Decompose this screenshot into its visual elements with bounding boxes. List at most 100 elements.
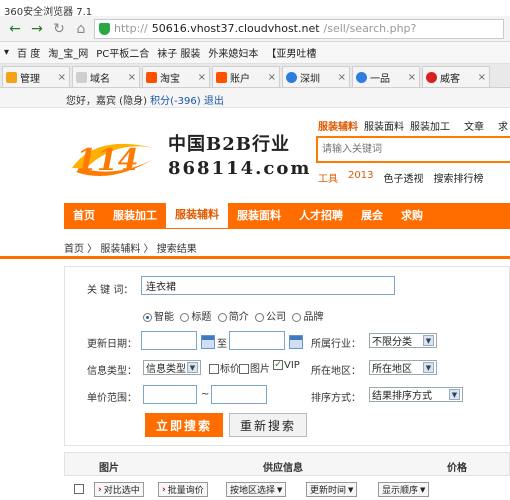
region-filter-select[interactable]: 按地区选择 ▼	[226, 482, 287, 497]
nav-item[interactable]: 服装面料	[228, 203, 290, 229]
close-icon[interactable]: ×	[268, 72, 276, 83]
calendar-icon[interactable]	[201, 335, 215, 349]
category-tab[interactable]: 文章	[464, 118, 484, 133]
browser-tab[interactable]: 账户 ×	[212, 66, 280, 87]
url-domain: 50616.vhost37.cloudvhost.net	[151, 22, 320, 35]
tab-favicon-icon	[76, 71, 87, 83]
url-prefix: http://	[114, 22, 148, 35]
nav-item[interactable]: 服装加工	[104, 203, 166, 229]
inquiry-button[interactable]: › 批量询价	[158, 482, 208, 497]
url-path: /sell/search.php?	[323, 22, 417, 35]
tab-favicon-icon	[146, 71, 157, 83]
hot-link[interactable]: 色子透视	[383, 170, 423, 185]
hot-link[interactable]: 2013	[348, 170, 373, 185]
bookmark-item[interactable]: PC平板二合	[96, 45, 149, 60]
price-range-label: 单价范围：	[87, 393, 137, 404]
close-icon[interactable]: ×	[58, 72, 66, 83]
type-select[interactable]: 信息类型 ▼	[143, 360, 201, 375]
industry-label: 所属行业：	[311, 339, 361, 350]
calendar-icon[interactable]	[289, 335, 303, 349]
results-header: 图片 供应信息 价格	[64, 452, 510, 476]
logout-link[interactable]: 退出	[204, 96, 224, 107]
nav-item[interactable]: 求购	[392, 203, 432, 229]
tab-favicon-icon	[426, 71, 437, 83]
chevron-down-icon: ▼	[187, 362, 198, 373]
forward-icon[interactable]: →	[28, 20, 46, 38]
bookmarks-chevron-icon[interactable]: ▾	[4, 47, 9, 58]
nav-item-current[interactable]: 服装辅料	[166, 200, 228, 228]
site-search-box	[316, 136, 510, 163]
keyword-label: 关 键 词：	[87, 285, 134, 296]
site-header: 114 中国B2B行业 868114.com 服装辅料 服装面料 服装加工 文章…	[0, 108, 510, 194]
search-reset-button[interactable]: 重新搜索	[229, 413, 307, 437]
logo-number: 114	[76, 143, 139, 178]
security-shield-icon	[99, 22, 110, 35]
scope-radio-intro[interactable]: 简介	[217, 312, 249, 323]
category-tab[interactable]: 服装辅料	[318, 118, 358, 133]
keyword-input[interactable]	[141, 276, 395, 295]
tab-strip: 管理 × 域名 × 淘宝 × 账户 × 深圳 × 一品 × 威客 ×	[0, 64, 510, 88]
scope-radio-brand[interactable]: 品牌	[292, 312, 323, 323]
bookmark-item[interactable]: 百 度	[17, 45, 40, 60]
date-from-input[interactable]	[141, 331, 197, 350]
home-icon[interactable]: ⌂	[72, 20, 90, 38]
scope-radio-title[interactable]: 标题	[180, 312, 211, 323]
close-icon[interactable]: ×	[338, 72, 346, 83]
price-sep: ~	[201, 389, 210, 400]
price-min-input[interactable]	[143, 385, 197, 404]
search-submit-button[interactable]: 立即搜索	[145, 413, 223, 437]
url-input[interactable]: http://50616.vhost37.cloudvhost.net/sell…	[94, 18, 504, 39]
compare-button[interactable]: › 对比选中	[94, 482, 144, 497]
date-to-input[interactable]	[229, 331, 285, 350]
nav-item-home[interactable]: 首页	[64, 203, 104, 229]
user-bar: 您好，嘉宾 (隐身) 积分(-396) 退出	[0, 88, 510, 108]
region-label: 所在地区：	[311, 366, 361, 377]
site-search-input[interactable]	[318, 138, 510, 161]
nav-item[interactable]: 展会	[352, 203, 392, 229]
bookmarks-bar: ▾ 百 度 淘_宝_网 PC平板二合 袜子 服装 外来媳妇本 【亚男吐槽	[0, 42, 510, 64]
date-sep: 至	[217, 339, 227, 350]
scope-radio-company[interactable]: 公司	[255, 312, 286, 323]
industry-select[interactable]: 不限分类 ▼	[369, 333, 437, 348]
category-tab[interactable]: 服装面料	[364, 118, 404, 133]
address-bar: ← → ↻ ⌂ http://50616.vhost37.cloudvhost.…	[0, 16, 510, 42]
bookmark-item[interactable]: 【亚男吐槽	[266, 45, 316, 60]
nav-item[interactable]: 人才招聘	[290, 203, 352, 229]
browser-tab[interactable]: 管理 ×	[2, 66, 70, 87]
price-max-input[interactable]	[211, 385, 267, 404]
refresh-icon[interactable]: ↻	[50, 20, 68, 38]
select-all-checkbox[interactable]	[74, 484, 84, 494]
vip-checkbox[interactable]: ✓ VIP	[273, 360, 300, 371]
points-link[interactable]: 积分(-396)	[150, 96, 201, 107]
close-icon[interactable]: ×	[198, 72, 206, 83]
hot-link[interactable]: 搜索排行榜	[433, 170, 483, 185]
browser-title: 360安全浏览器 7.1	[0, 0, 510, 18]
region-select[interactable]: 所在地区 ▼	[369, 360, 437, 375]
close-icon[interactable]: ×	[128, 72, 136, 83]
bookmark-item[interactable]: 外来媳妇本	[208, 45, 258, 60]
order-filter-select[interactable]: 显示顺序 ▼	[378, 482, 430, 497]
close-icon[interactable]: ×	[408, 72, 416, 83]
col-price: 价格	[447, 463, 467, 474]
sort-select[interactable]: 结果排序方式 ▼	[369, 387, 463, 402]
scope-radio-smart[interactable]: 智能	[143, 312, 174, 323]
close-icon[interactable]: ×	[478, 72, 486, 83]
bookmark-item[interactable]: 袜子 服装	[157, 45, 200, 60]
back-icon[interactable]: ←	[6, 20, 24, 38]
browser-tab[interactable]: 域名 ×	[72, 66, 140, 87]
bookmark-item[interactable]: 淘_宝_网	[48, 45, 88, 60]
chevron-down-icon: ▼	[420, 485, 426, 494]
category-tab[interactable]: 求	[498, 118, 508, 133]
browser-tab[interactable]: 威客 ×	[422, 66, 490, 87]
browser-tab[interactable]: 深圳 ×	[282, 66, 350, 87]
hot-link[interactable]: 工具	[318, 170, 338, 185]
browser-tab[interactable]: 淘宝 ×	[142, 66, 210, 87]
time-filter-select[interactable]: 更新时间 ▼	[306, 482, 358, 497]
chevron-down-icon: ▼	[423, 362, 434, 373]
category-tab[interactable]: 服装加工	[410, 118, 450, 133]
breadcrumb: 首页 〉 服装辅料 〉 搜索结果	[64, 244, 197, 255]
browser-tab[interactable]: 一品 ×	[352, 66, 420, 87]
image-checkbox[interactable]: 图片	[239, 360, 270, 375]
price-checkbox[interactable]: 标价	[209, 360, 240, 375]
logo-114-icon[interactable]: 114	[66, 138, 158, 178]
